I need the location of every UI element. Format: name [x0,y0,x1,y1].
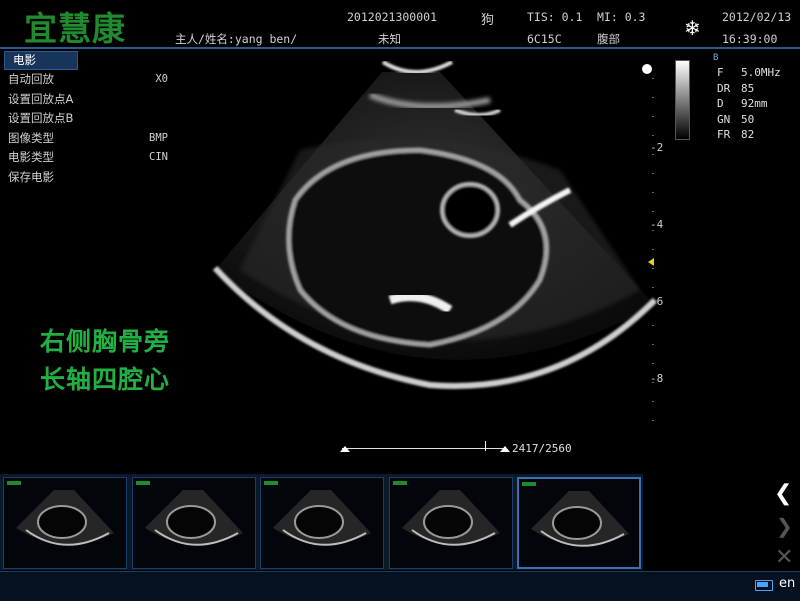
status-bar [0,571,800,601]
imaging-params: F 5.0MHz DR 85 D 92mm GN 50 FR 82 [717,66,781,144]
param-key: F [717,66,724,79]
wall-reflection [454,108,501,117]
battery-level [757,582,768,587]
cine-position-cursor[interactable] [484,441,486,451]
grayscale-bar [675,60,690,140]
frame-counter: 2417/2560 [512,442,572,455]
depth-label: -4 [650,218,664,231]
param-key: D [717,97,724,110]
cine-start-marker-icon[interactable] [340,446,350,452]
depth-label: -6 [650,295,664,308]
mode-label: B [713,53,719,63]
thumbnail-image [135,481,243,546]
thumbnail-image [7,481,114,546]
thumbnail[interactable] [131,477,256,569]
thumbnail[interactable] [260,477,384,569]
focus-dot-icon [642,64,652,74]
annotation-line-2: 长轴四腔心 [40,365,171,394]
close-icon[interactable]: ✕ [775,545,793,570]
param-row: GN 50 [717,113,781,129]
param-row: DR 85 [717,82,781,98]
probe-arc [381,60,453,74]
cine-end-marker-icon[interactable] [500,446,510,452]
param-value: 92mm [741,97,768,110]
chevron-right-icon[interactable]: ❯ [776,514,793,538]
param-value: 50 [741,112,755,126]
thumbnail[interactable] [388,477,513,569]
param-row: FR 82 [717,128,781,144]
param-value: 85 [741,81,755,95]
thumbnail-image [522,482,629,547]
cine-progress-track[interactable] [342,448,506,449]
annotation-line-1: 右侧胸骨旁 [40,327,171,356]
thumbnail-image [392,481,500,546]
thumbnail[interactable] [517,477,641,569]
right-atrium [440,182,500,238]
param-value: 5.0MHz [741,66,781,79]
depth-label: -2 [650,141,664,154]
focus-marker-icon[interactable] [648,258,654,266]
param-key: FR [717,128,731,141]
param-row: D 92mm [717,97,781,113]
param-row: F 5.0MHz [717,66,781,82]
param-key: GN [717,112,731,126]
param-key: DR [717,81,731,95]
language-indicator[interactable]: en [779,576,795,591]
thumbnail[interactable] [3,477,127,569]
depth-label: -8 [650,372,664,385]
battery-icon [755,580,773,591]
param-value: 82 [741,128,755,141]
thumbnail-image [264,481,371,546]
chevron-left-icon[interactable]: ❮ [774,481,792,506]
